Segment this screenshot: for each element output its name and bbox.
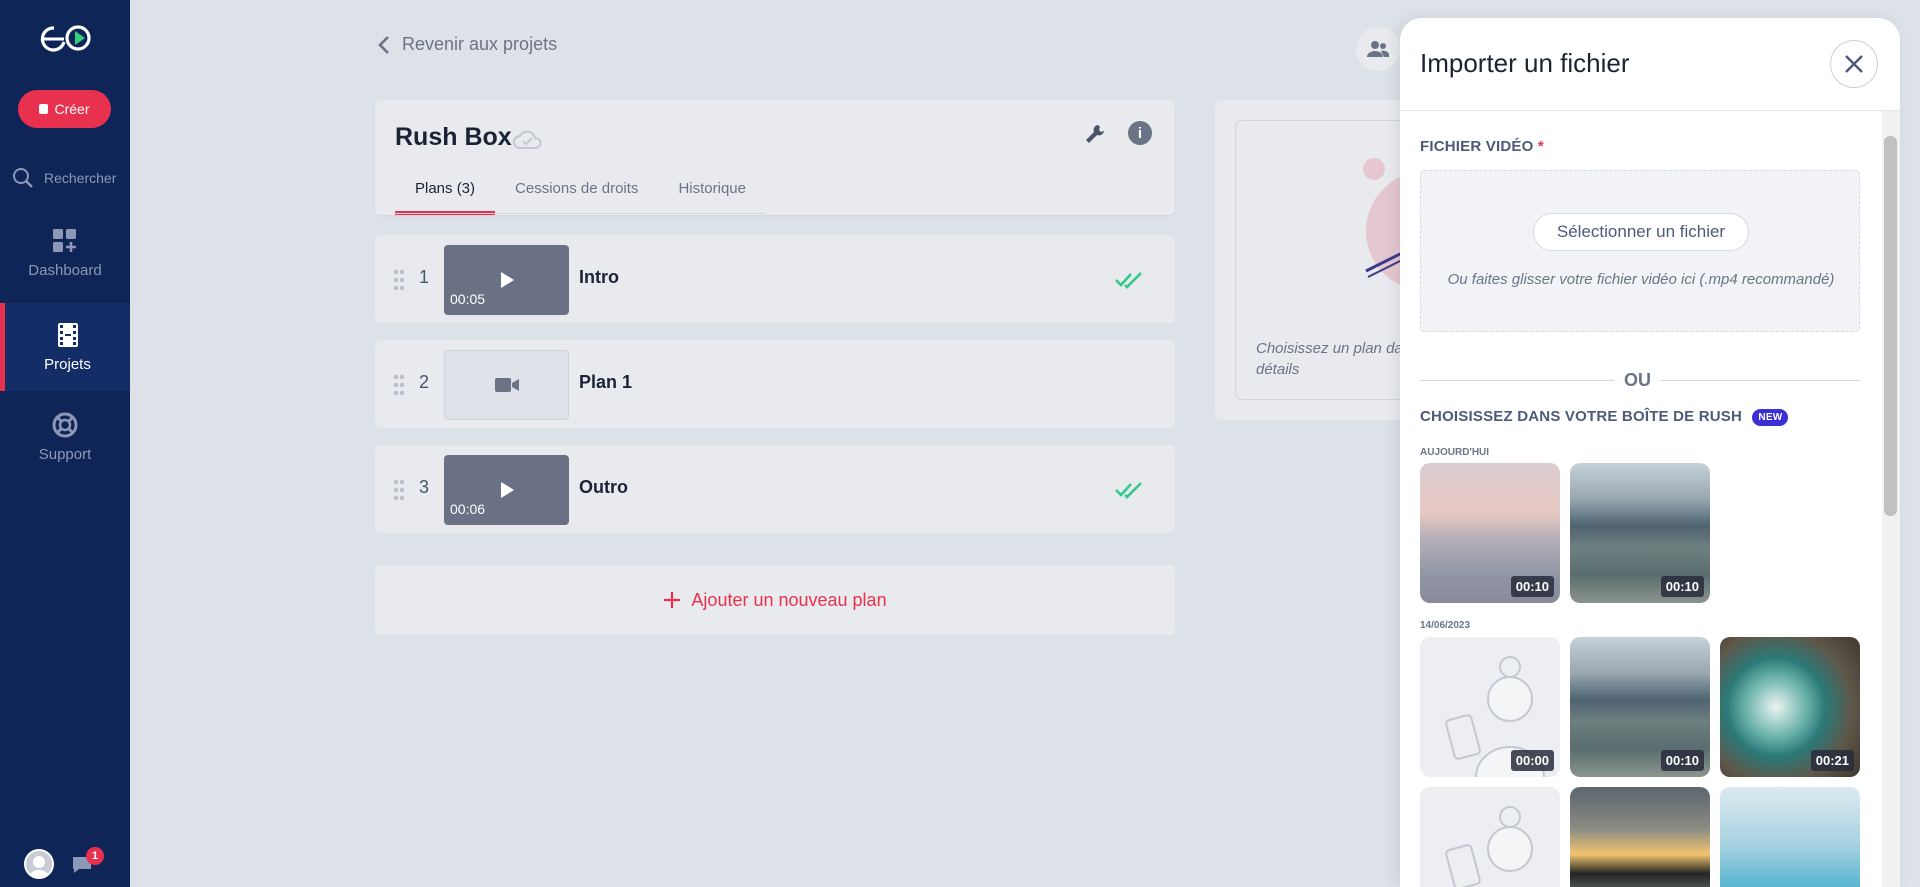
rush-thumbnail[interactable]: 00:21 bbox=[1720, 637, 1860, 777]
lifebuoy-icon bbox=[52, 412, 78, 437]
plan-number: 2 bbox=[419, 372, 430, 392]
film-icon bbox=[39, 104, 49, 114]
rush-duration: 00:10 bbox=[1510, 576, 1554, 597]
import-file-panel: Importer un fichier FICHIER VIDÉO * Séle… bbox=[1400, 18, 1900, 887]
sidebar-item-label: Dashboard bbox=[28, 261, 102, 279]
project-tabs: Plans (3) Cessions de droits Historique bbox=[395, 178, 766, 215]
search-label: Rechercher bbox=[44, 170, 117, 186]
required-mark: * bbox=[1537, 138, 1544, 155]
rush-thumbnail[interactable]: 00:10 bbox=[1570, 637, 1710, 777]
rush-date-label: AUJOURD'HUI bbox=[1420, 447, 1490, 458]
collaborators-button[interactable] bbox=[1356, 27, 1400, 71]
sidebar: Créer Rechercher Dashboard Projets Suppo… bbox=[0, 0, 130, 887]
plan-row[interactable]: 1 00:05 Intro bbox=[375, 235, 1175, 323]
video-file-label: FICHIER VIDÉO * bbox=[1420, 138, 1544, 155]
add-plan-button[interactable]: Ajouter un nouveau plan bbox=[375, 565, 1175, 635]
sidebar-item-projets[interactable]: Projets bbox=[0, 303, 130, 391]
rush-duration: 00:10 bbox=[1660, 750, 1704, 771]
rush-duration: 00:00 bbox=[1510, 750, 1554, 771]
play-icon bbox=[500, 482, 514, 498]
notification-badge: 1 bbox=[86, 847, 104, 865]
empty-state-illustration bbox=[1363, 158, 1414, 290]
plan-thumbnail[interactable]: 00:06 bbox=[444, 455, 569, 525]
chevron-left-icon bbox=[378, 35, 389, 54]
plan-duration: 00:06 bbox=[450, 501, 486, 517]
select-file-button[interactable]: Sélectionner un fichier bbox=[1533, 213, 1749, 251]
rush-duration: 00:21 bbox=[1810, 750, 1854, 771]
search-icon bbox=[13, 168, 33, 188]
rush-thumbnail[interactable] bbox=[1720, 787, 1860, 887]
close-icon bbox=[1845, 55, 1863, 73]
drag-handle-icon[interactable] bbox=[393, 269, 405, 291]
close-button[interactable] bbox=[1830, 40, 1878, 88]
search-link[interactable]: Rechercher bbox=[12, 166, 130, 190]
plus-icon bbox=[664, 592, 681, 608]
avatar[interactable] bbox=[24, 849, 54, 879]
plan-name: Outro bbox=[579, 477, 628, 497]
film-icon bbox=[57, 322, 78, 347]
rush-box-label: CHOISISSEZ DANS VOTRE BOÎTE DE RUSH NEW bbox=[1420, 408, 1789, 426]
plan-name: Plan 1 bbox=[579, 372, 633, 392]
drag-handle-icon[interactable] bbox=[393, 374, 405, 396]
play-icon bbox=[500, 272, 514, 288]
rush-thumbnail[interactable]: 00:00 bbox=[1420, 637, 1560, 777]
sidebar-item-support[interactable]: Support bbox=[0, 393, 130, 481]
app-logo[interactable] bbox=[38, 22, 94, 54]
create-label: Créer bbox=[54, 101, 90, 117]
plan-thumbnail[interactable] bbox=[444, 350, 569, 420]
back-label: Revenir aux projets bbox=[402, 34, 558, 54]
sidebar-item-label: Projets bbox=[44, 355, 91, 373]
plan-thumbnail[interactable]: 00:05 bbox=[444, 245, 569, 315]
rush-duration: 00:10 bbox=[1660, 576, 1704, 597]
plan-name: Intro bbox=[579, 267, 619, 287]
wrench-icon[interactable] bbox=[1083, 122, 1107, 146]
rush-thumbnail[interactable] bbox=[1570, 787, 1710, 887]
sidebar-item-label: Support bbox=[38, 445, 92, 463]
new-badge: NEW bbox=[1752, 408, 1789, 426]
info-icon[interactable]: i bbox=[1128, 121, 1152, 145]
rush-date-label: 14/06/2023 bbox=[1420, 620, 1471, 631]
panel-divider bbox=[1400, 110, 1900, 111]
project-title: Rush Box bbox=[395, 123, 512, 151]
dashboard-icon bbox=[53, 228, 76, 252]
plan-row[interactable]: 2 Plan 1 bbox=[375, 340, 1175, 428]
tab-plans[interactable]: Plans (3) bbox=[395, 178, 496, 215]
users-icon bbox=[1367, 41, 1389, 57]
cloud-check-icon bbox=[513, 130, 542, 149]
sidebar-item-dashboard[interactable]: Dashboard bbox=[0, 209, 130, 297]
double-check-icon bbox=[1115, 482, 1142, 499]
scrollbar-thumb[interactable] bbox=[1884, 136, 1897, 516]
video-camera-icon bbox=[494, 378, 519, 392]
user-placeholder-illustration bbox=[1445, 806, 1533, 887]
file-dropzone[interactable]: Sélectionner un fichier Ou faites glisse… bbox=[1420, 170, 1860, 332]
video-file-label-text: FICHIER VIDÉO bbox=[1420, 138, 1534, 155]
double-check-icon bbox=[1115, 272, 1142, 289]
plan-number: 1 bbox=[419, 267, 430, 287]
or-label: OU bbox=[1614, 370, 1661, 391]
tab-cessions-de-droits[interactable]: Cessions de droits bbox=[495, 178, 658, 215]
back-link[interactable]: Revenir aux projets bbox=[378, 34, 557, 55]
create-button[interactable]: Créer bbox=[18, 90, 111, 128]
drop-hint: Ou faites glisser votre fichier vidéo ic… bbox=[1447, 271, 1835, 288]
rush-box-label-text: CHOISISSEZ DANS VOTRE BOÎTE DE RUSH bbox=[1420, 408, 1743, 425]
plan-detail-hint: Choisissez un plan da détails bbox=[1256, 340, 1403, 378]
panel-title: Importer un fichier bbox=[1420, 48, 1630, 78]
sidebar-footer: 1 bbox=[0, 841, 130, 887]
rush-thumbnail[interactable] bbox=[1420, 787, 1560, 887]
add-plan-label: Ajouter un nouveau plan bbox=[691, 589, 887, 610]
rush-thumbnail[interactable]: 00:10 bbox=[1570, 463, 1710, 603]
tabs-divider bbox=[395, 213, 765, 214]
rush-thumbnail[interactable]: 00:10 bbox=[1420, 463, 1560, 603]
plan-row[interactable]: 3 00:06 Outro bbox=[375, 445, 1175, 533]
drag-handle-icon[interactable] bbox=[393, 479, 405, 501]
tab-historique[interactable]: Historique bbox=[658, 178, 766, 215]
plan-duration: 00:05 bbox=[450, 291, 486, 307]
plan-number: 3 bbox=[419, 477, 430, 497]
